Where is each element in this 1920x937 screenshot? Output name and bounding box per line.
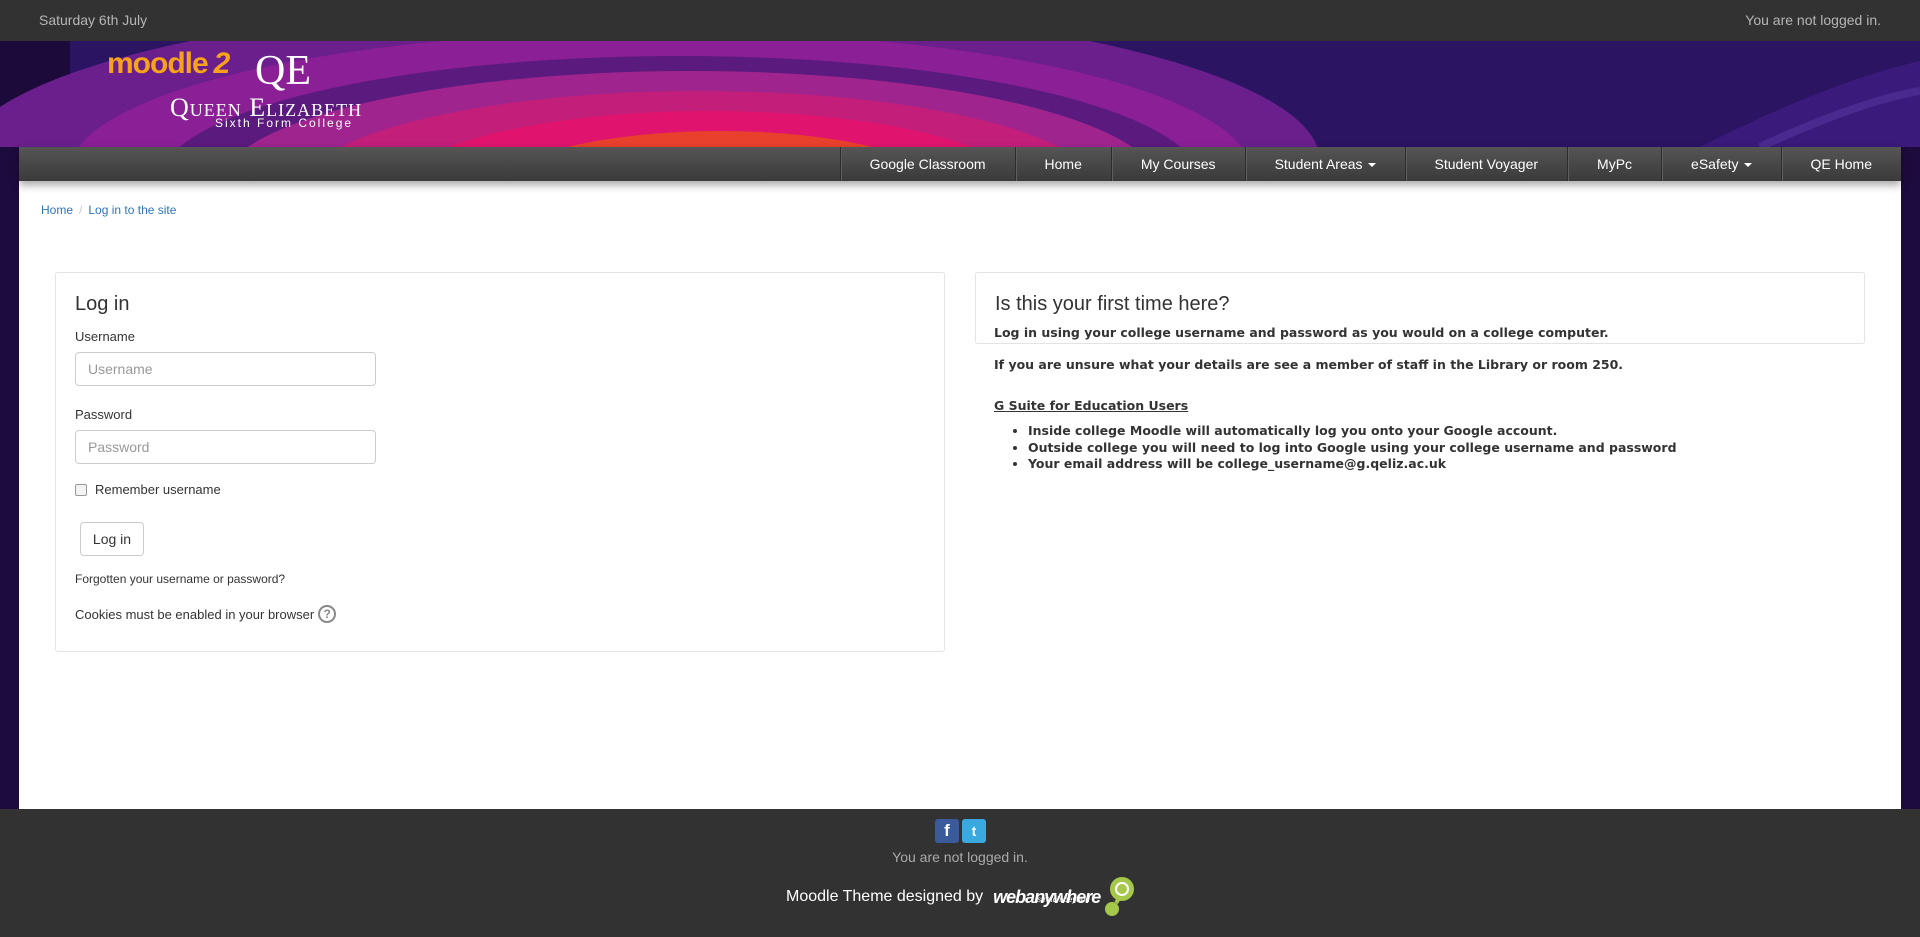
list-item: Outside college you will need to log int… — [1028, 440, 1677, 457]
list-item: Your email address will be college_usern… — [1028, 456, 1677, 473]
forgot-password-link[interactable]: Forgotten your username or password? — [75, 572, 285, 586]
login-status: You are not logged in. — [1745, 12, 1881, 28]
list-item: Inside college Moodle will automatically… — [1028, 423, 1677, 440]
username-input[interactable] — [75, 352, 376, 386]
main-nav: Google Classroom Home My Courses Student… — [19, 147, 1901, 181]
gsuite-list: Inside college Moodle will automatically… — [1028, 423, 1677, 473]
footer: f t You are not logged in. Moodle Theme … — [0, 809, 1920, 937]
help-icon[interactable]: ? — [318, 605, 337, 623]
password-label: Password — [75, 407, 133, 422]
nav-student-areas[interactable]: Student Areas — [1244, 147, 1405, 181]
login-button[interactable]: Log in — [80, 522, 144, 556]
webanywhere-globe-icon — [1105, 877, 1135, 916]
remember-username-checkbox[interactable] — [75, 483, 87, 496]
password-input[interactable] — [75, 430, 376, 464]
social-links: f t — [935, 819, 986, 843]
info-line-2: If you are unsure what your details are … — [994, 357, 1624, 372]
qe-logo: QE — [255, 48, 311, 94]
login-title: Log in — [75, 293, 130, 315]
cookies-text: Cookies must be enabled in your browser — [75, 606, 315, 622]
twitter-icon[interactable]: t — [962, 819, 986, 843]
footer-login-status: You are not logged in. — [892, 849, 1028, 865]
nav-qe-home[interactable]: QE Home — [1780, 147, 1901, 181]
nav-google-classroom[interactable]: Google Classroom — [839, 147, 1015, 181]
nav-student-voyager[interactable]: Student Voyager — [1404, 147, 1568, 181]
gsuite-title: G Suite for Education Users — [994, 398, 1189, 413]
remember-username: Remember username — [75, 482, 221, 497]
cookies-notice: Cookies must be enabled in your browser … — [75, 605, 337, 623]
college-subtitle: Sixth Form College — [215, 116, 354, 130]
footer-credit: Moodle Theme designed by webanywhere str… — [786, 875, 1135, 919]
moodle-logo[interactable]: moodle 2 — [107, 47, 230, 81]
first-time-title: Is this your first time here? — [995, 293, 1230, 315]
breadcrumb: Home / Log in to the site — [41, 203, 176, 217]
header-banner: moodle 2 QE Queen Elizabeth Sixth Form Co… — [0, 41, 1920, 147]
caret-down-icon — [1367, 163, 1376, 167]
breadcrumb-separator: / — [79, 203, 83, 217]
nav-mypc[interactable]: MyPc — [1567, 147, 1661, 181]
remember-username-label: Remember username — [95, 482, 221, 497]
login-panel: Log in Username Password Remember userna… — [55, 272, 945, 652]
footer-credit-text: Moodle Theme designed by — [786, 888, 984, 905]
info-line-1: Log in using your college username and p… — [994, 325, 1609, 340]
nav-my-courses[interactable]: My Courses — [1110, 147, 1245, 181]
nav-home[interactable]: Home — [1014, 147, 1111, 181]
current-date: Saturday 6th July — [39, 12, 148, 28]
username-label: Username — [75, 329, 135, 344]
top-bar: Saturday 6th July You are not logged in. — [0, 0, 1920, 41]
caret-down-icon — [1743, 163, 1752, 167]
breadcrumb-current[interactable]: Log in to the site — [88, 203, 176, 217]
nav-esafety[interactable]: eSafety — [1661, 147, 1780, 181]
webanywhere-logo[interactable]: webanywhere stretch beyond — [993, 875, 1135, 919]
facebook-icon[interactable]: f — [935, 819, 959, 843]
breadcrumb-home[interactable]: Home — [41, 203, 73, 217]
